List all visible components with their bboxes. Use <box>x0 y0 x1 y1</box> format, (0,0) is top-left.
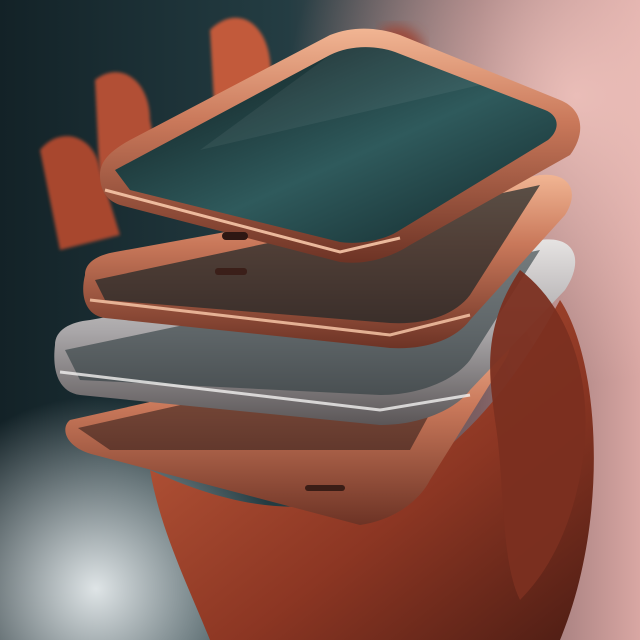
power-button <box>222 232 248 240</box>
photo-scene <box>0 0 640 640</box>
side-button <box>305 485 345 491</box>
photo-illustration <box>0 0 640 640</box>
volume-button <box>215 268 247 275</box>
